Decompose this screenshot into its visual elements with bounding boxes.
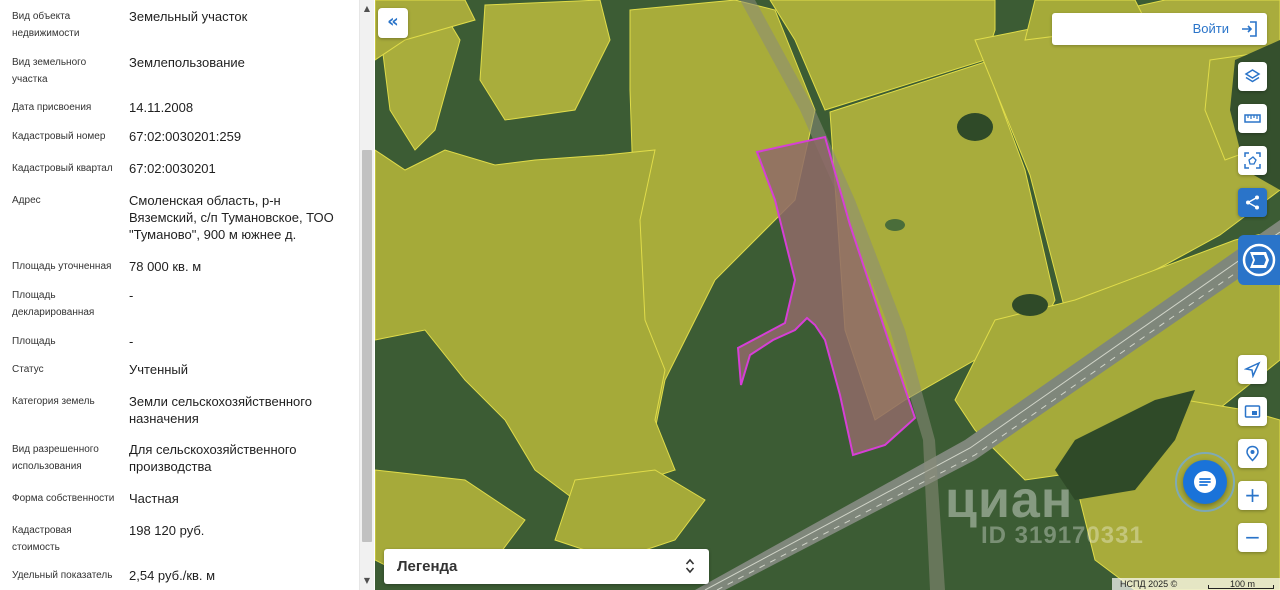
minimap-button[interactable] bbox=[1238, 397, 1267, 426]
watermark-logo: циан bbox=[945, 471, 1074, 529]
chat-icon bbox=[1194, 471, 1216, 493]
property-label: Кадастровая стоимость bbox=[12, 525, 72, 553]
property-label: Форма собственности bbox=[12, 493, 115, 504]
property-value: Частная bbox=[129, 491, 179, 506]
property-value: Земельный участок bbox=[129, 9, 248, 24]
select-area-button[interactable] bbox=[1238, 146, 1267, 175]
property-value: Земли сельскохозяйственного назначения bbox=[129, 394, 312, 426]
property-value: Для сельскохозяйственного производства bbox=[129, 442, 297, 474]
chat-button[interactable] bbox=[1183, 460, 1227, 504]
property-value: - bbox=[129, 334, 134, 349]
property-label: Кадастровый квартал bbox=[12, 163, 113, 174]
scrollbar-thumb[interactable] bbox=[362, 150, 372, 542]
property-label: Площадь уточненная bbox=[12, 261, 112, 272]
layers-icon bbox=[1244, 69, 1261, 83]
property-label: Категория земель bbox=[12, 396, 95, 407]
map-view[interactable]: « Войти + − циан ID 319170331 Легенда НС… bbox=[375, 0, 1280, 590]
gosuslugi-icon bbox=[1242, 243, 1276, 277]
chevron-up-down-icon bbox=[685, 558, 695, 574]
legend-label: Легенда bbox=[397, 558, 458, 575]
scale-bar: 100 m bbox=[1208, 578, 1274, 590]
property-value: Землепользование bbox=[129, 55, 245, 70]
ruler-icon bbox=[1244, 114, 1261, 123]
panel-scrollbar[interactable]: ▲ ▼ bbox=[359, 0, 374, 590]
property-value: Смоленская область, р-н Вяземский, с/п Т… bbox=[129, 193, 334, 242]
property-value: 67:02:0030201:259 bbox=[129, 129, 242, 144]
property-label: Площадь bbox=[12, 336, 56, 347]
select-area-icon bbox=[1244, 152, 1261, 169]
double-chevron-left-icon: « bbox=[387, 11, 399, 32]
property-value: 198 120 руб. bbox=[129, 523, 205, 538]
legend-dropdown[interactable]: Легенда bbox=[384, 549, 709, 584]
collapse-panel-button[interactable]: « bbox=[378, 8, 408, 38]
share-button[interactable] bbox=[1238, 188, 1267, 217]
locate-icon bbox=[1244, 361, 1261, 378]
gosuslugi-button[interactable] bbox=[1238, 235, 1280, 285]
property-value: 14.11.2008 bbox=[129, 100, 194, 115]
property-value: 78 000 кв. м bbox=[129, 259, 202, 274]
object-info-panel: Вид объекта недвижимости Земельный участ… bbox=[0, 0, 375, 590]
property-label: Вид разрешенного использования bbox=[12, 444, 99, 472]
app-root: Вид объекта недвижимости Земельный участ… bbox=[0, 0, 1280, 590]
property-label: Вид объекта недвижимости bbox=[12, 11, 80, 39]
property-label: Удельный показатель bbox=[12, 570, 113, 581]
watermark-id: ID 319170331 bbox=[981, 522, 1144, 549]
scroll-down-icon[interactable]: ▼ bbox=[360, 574, 374, 588]
zoom-out-button[interactable]: − bbox=[1238, 523, 1267, 552]
layers-button[interactable] bbox=[1238, 62, 1267, 91]
measure-button[interactable] bbox=[1238, 104, 1267, 133]
property-label: Кадастровый номер bbox=[12, 131, 106, 142]
plus-icon: + bbox=[1244, 483, 1261, 507]
login-label: Войти bbox=[1192, 21, 1229, 36]
share-icon bbox=[1246, 195, 1259, 210]
picture-in-picture-icon bbox=[1244, 405, 1261, 418]
property-label: Вид земельного участка bbox=[12, 57, 87, 85]
property-label: Статус bbox=[12, 364, 44, 375]
property-value: 67:02:0030201 bbox=[129, 161, 216, 176]
navigate-button[interactable] bbox=[1238, 355, 1267, 384]
watermark: циан ID 319170331 bbox=[945, 470, 1175, 550]
geolocation-icon bbox=[1246, 445, 1259, 462]
property-value: 2,54 руб./кв. м bbox=[129, 568, 216, 583]
property-label: Дата присвоения bbox=[12, 102, 92, 113]
property-value: - bbox=[129, 288, 134, 303]
geolocation-button[interactable] bbox=[1238, 439, 1267, 468]
scale-bar-line bbox=[1208, 585, 1274, 589]
property-label: Площадь декларированная bbox=[12, 290, 95, 318]
login-icon bbox=[1242, 21, 1257, 37]
attribution-text: НСПД 2025 © bbox=[1120, 579, 1178, 589]
map-attribution: НСПД 2025 © 100 m bbox=[1112, 578, 1280, 590]
minus-icon: − bbox=[1244, 525, 1261, 549]
login-button[interactable]: Войти bbox=[1052, 13, 1267, 45]
scroll-up-icon[interactable]: ▲ bbox=[360, 2, 374, 16]
zoom-in-button[interactable]: + bbox=[1238, 481, 1267, 510]
property-label: Адрес bbox=[12, 195, 41, 206]
property-value: Учтенный bbox=[129, 362, 189, 377]
